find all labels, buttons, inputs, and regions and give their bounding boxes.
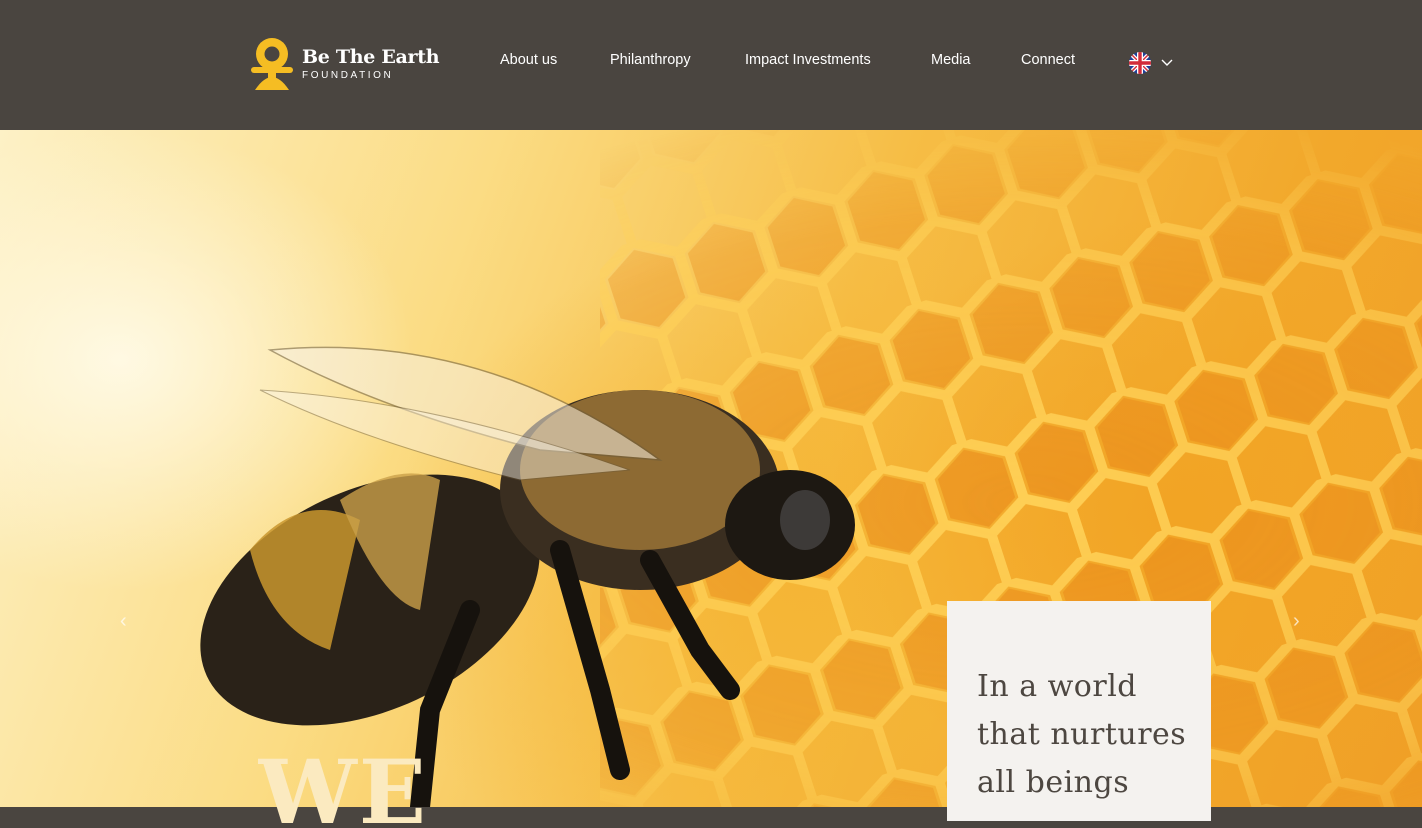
chevron-down-icon — [1161, 54, 1173, 72]
logo[interactable]: Be The Earth FOUNDATION — [251, 36, 440, 92]
nav-about-us[interactable]: About us — [500, 52, 557, 68]
hero-text-card: In a world that nurtures all beings — [947, 601, 1211, 821]
logo-subtitle: FOUNDATION — [302, 69, 394, 81]
logo-name: Be The Earth — [302, 45, 440, 68]
chevron-left-icon[interactable]: ‹ — [120, 610, 127, 633]
chevron-right-icon[interactable]: › — [1293, 610, 1300, 633]
nav-philanthropy[interactable]: Philanthropy — [610, 52, 691, 68]
uk-flag-icon — [1129, 52, 1151, 74]
nav-impact-investments[interactable]: Impact Investments — [745, 52, 871, 68]
language-selector[interactable] — [1129, 52, 1181, 74]
logo-icon — [251, 37, 293, 91]
nav-connect[interactable]: Connect — [1021, 52, 1075, 68]
hero-card-text: In a world that nurtures all beings — [977, 669, 1187, 800]
site-header: Be The Earth FOUNDATION About us Philant… — [0, 0, 1422, 130]
nav-media[interactable]: Media — [931, 52, 971, 68]
hero-headline: WE BELIEVE — [258, 748, 428, 828]
